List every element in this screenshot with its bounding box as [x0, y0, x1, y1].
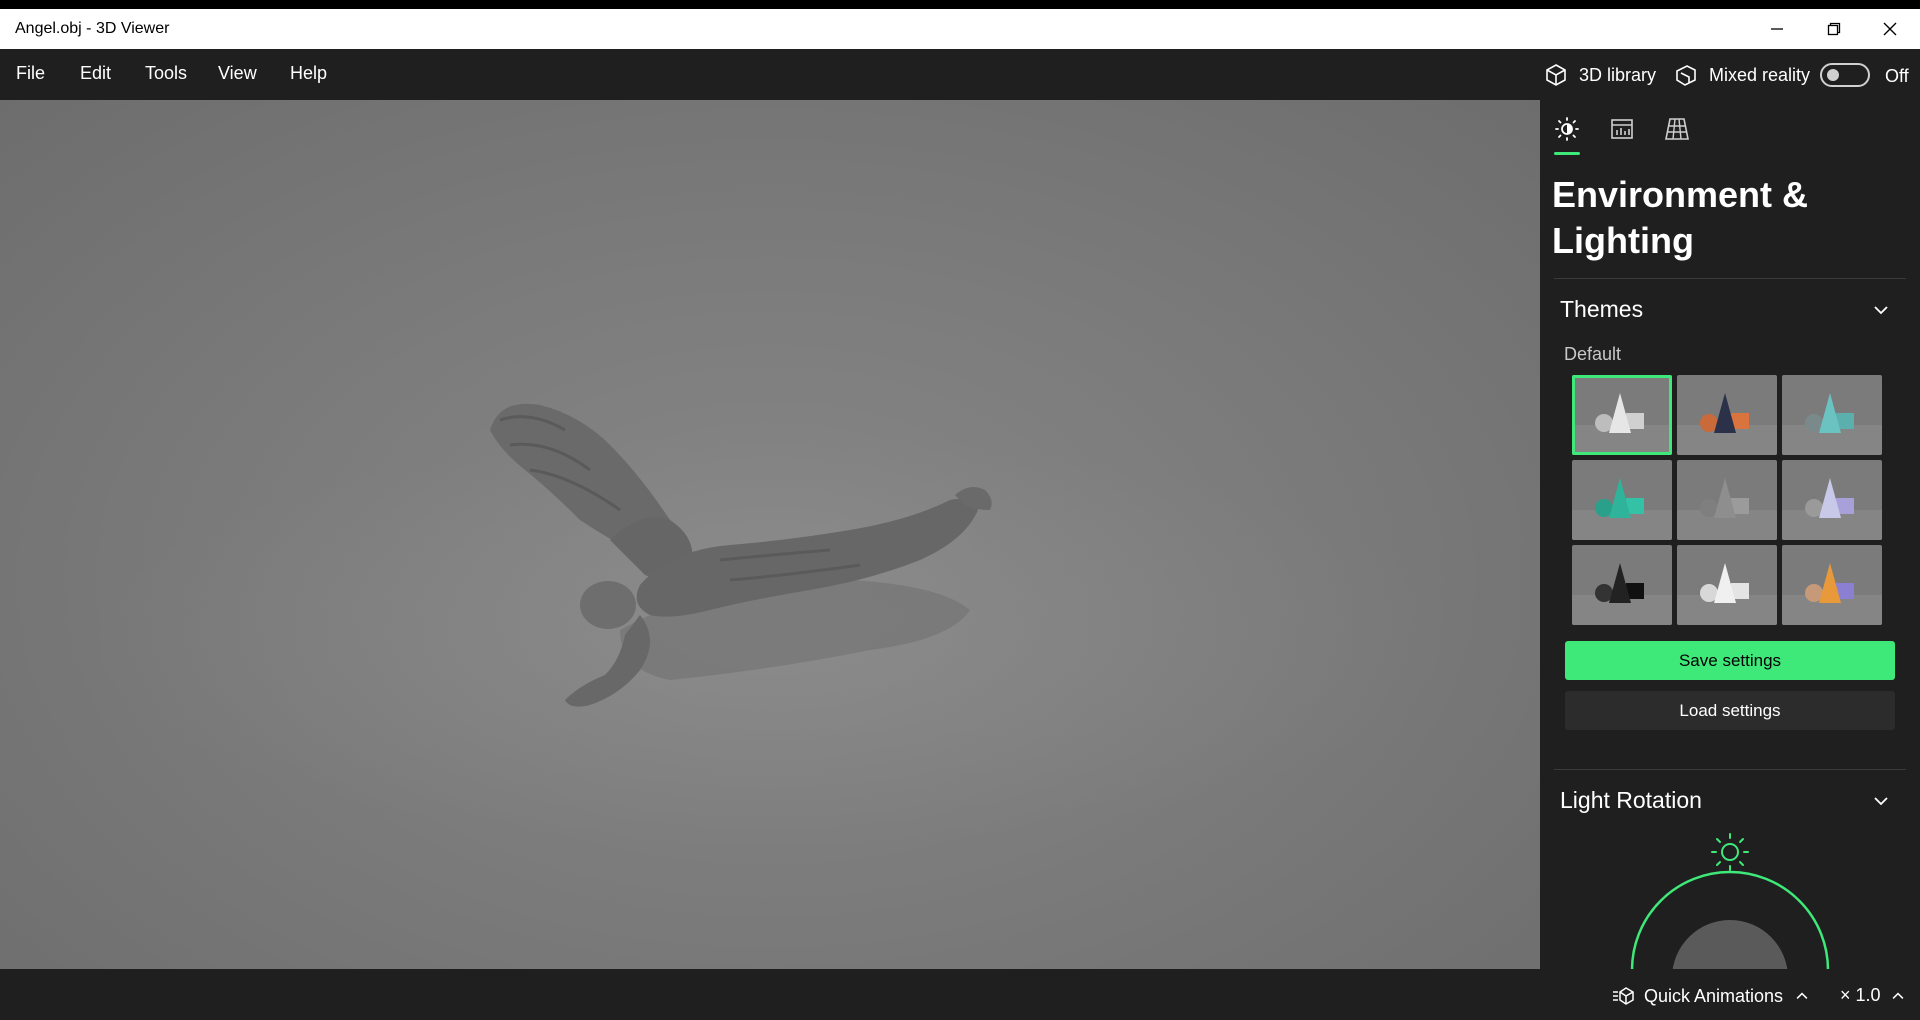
quick-animations-button[interactable]: Quick Animations	[1612, 985, 1811, 1007]
panel-title: Environment & Lighting	[1552, 174, 1809, 261]
close-icon	[1883, 22, 1897, 36]
minimize-icon	[1771, 28, 1783, 30]
tab-statistics[interactable]	[1607, 114, 1637, 144]
tab-environment-lighting[interactable]	[1552, 114, 1582, 144]
theme-black[interactable]	[1572, 545, 1672, 625]
animation-icon	[1613, 987, 1634, 1005]
grid-mesh-icon	[1665, 118, 1689, 140]
divider	[1554, 278, 1906, 279]
load-settings-button[interactable]: Load settings	[1565, 691, 1895, 730]
active-tab-indicator	[1554, 152, 1580, 155]
chevron-down-icon[interactable]	[1870, 790, 1892, 812]
menu-file[interactable]: File	[16, 63, 45, 84]
menu-view[interactable]: View	[218, 63, 257, 84]
animation-speed-label: × 1.0	[1840, 985, 1881, 1005]
themes-grid	[1572, 375, 1884, 627]
themes-header[interactable]: Themes	[1560, 296, 1643, 323]
light-sphere	[1672, 920, 1788, 970]
chevron-down-icon[interactable]	[1870, 299, 1892, 321]
stats-icon	[1611, 119, 1633, 139]
menu-help[interactable]: Help	[290, 63, 327, 84]
theme-green[interactable]	[1572, 460, 1672, 540]
theme-preview	[1782, 563, 1882, 625]
angel-model[interactable]	[470, 370, 1030, 750]
theme-preview	[1572, 563, 1672, 625]
theme-purple-orange[interactable]	[1782, 545, 1882, 625]
window-title: Angel.obj - 3D Viewer	[15, 20, 170, 37]
mixed-reality-state: Off	[1885, 66, 1909, 86]
theme-preview	[1782, 478, 1882, 540]
light-rotation-dial[interactable]	[1620, 830, 1840, 970]
3d-library-label: 3D library	[1579, 64, 1657, 85]
mixed-reality-button[interactable]: Mixed reality	[1673, 59, 1810, 91]
themes-group-label: Default	[1564, 344, 1622, 364]
minimize-button[interactable]	[1749, 9, 1805, 49]
sun-handle-icon	[1711, 833, 1749, 871]
save-settings-button[interactable]: Save settings	[1565, 641, 1895, 680]
theme-gray[interactable]	[1677, 460, 1777, 540]
menu-edit[interactable]: Edit	[80, 63, 111, 84]
status-bar: Quick Animations × 1.0	[0, 969, 1920, 1020]
mixed-reality-icon	[1676, 65, 1696, 86]
restore-icon	[1827, 22, 1841, 36]
theme-preview	[1677, 563, 1777, 625]
light-rotation-header[interactable]: Light Rotation	[1560, 787, 1702, 814]
mixed-reality-label: Mixed reality	[1709, 64, 1811, 85]
theme-lavender[interactable]	[1782, 460, 1882, 540]
top-edge	[0, 0, 1920, 9]
3d-viewport[interactable]	[0, 100, 1540, 969]
sun-icon	[1555, 117, 1579, 141]
theme-orange-navy[interactable]	[1677, 375, 1777, 455]
theme-preview	[1677, 393, 1777, 455]
chevron-up-icon	[1796, 992, 1808, 999]
tab-mesh[interactable]	[1662, 114, 1692, 144]
theme-white[interactable]	[1572, 375, 1672, 455]
theme-preview	[1782, 393, 1882, 455]
close-button[interactable]	[1862, 9, 1918, 49]
title-bar: Angel.obj - 3D Viewer	[0, 9, 1920, 49]
menu-bar: File Edit Tools View Help 3D library Mix…	[0, 49, 1920, 100]
theme-teal[interactable]	[1782, 375, 1882, 455]
restore-button[interactable]	[1806, 9, 1862, 49]
animation-speed-button[interactable]: × 1.0	[1840, 985, 1907, 1006]
theme-preview	[1572, 478, 1672, 540]
theme-preview	[1677, 478, 1777, 540]
theme-light[interactable]	[1677, 545, 1777, 625]
toggle-knob	[1827, 69, 1839, 81]
cube-icon	[1546, 64, 1566, 86]
quick-animations-label: Quick Animations	[1644, 985, 1784, 1006]
menu-tools[interactable]: Tools	[145, 63, 187, 84]
3d-library-button[interactable]: 3D library	[1543, 59, 1656, 91]
divider	[1554, 769, 1906, 770]
mixed-reality-toggle[interactable]	[1820, 63, 1870, 87]
chevron-up-icon	[1892, 992, 1903, 999]
theme-preview	[1572, 393, 1672, 455]
